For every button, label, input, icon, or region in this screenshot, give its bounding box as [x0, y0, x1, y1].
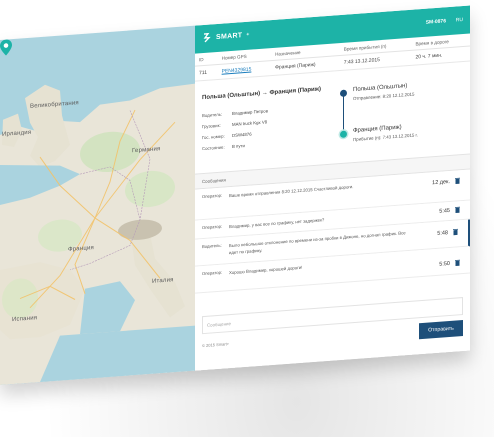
message-time: 5:45 — [439, 207, 450, 215]
logo-icon — [203, 32, 211, 43]
detail-value: В пути — [232, 143, 245, 149]
destination-dot-icon — [340, 130, 347, 139]
app-name-plus: + — [246, 31, 250, 38]
map-view[interactable]: Великобритания Ирландия Германия Франция… — [0, 25, 195, 386]
cell-id: 711 — [195, 64, 218, 82]
detail-label: Грузовик: — [202, 122, 221, 130]
trash-icon[interactable] — [455, 206, 460, 214]
send-button[interactable]: Отправить — [419, 319, 463, 340]
detail-status: Состояние: В пути — [202, 143, 245, 152]
destination-arrival: Прибытие (п): 7:43 13.12.2015 г. — [353, 132, 418, 143]
message-role: Оператор: — [202, 192, 223, 200]
stage: Великобритания Ирландия Германия Франция… — [0, 0, 494, 437]
app-logo[interactable]: SMART + — [202, 30, 250, 43]
trash-icon[interactable] — [453, 228, 458, 236]
trash-icon[interactable] — [455, 177, 460, 185]
trash-icon[interactable] — [455, 259, 460, 267]
message-role: Оператор: — [202, 223, 223, 231]
detail-driver: Водитель: Владимир Петров — [202, 108, 268, 119]
language-switch[interactable]: RU — [456, 17, 463, 24]
app-screen: Великобритания Ирландия Германия Франция… — [0, 5, 470, 386]
details-panel: SMART + SM-0876 RU ID Номер GPS Назначен… — [195, 5, 470, 371]
detail-value: DSW4876 — [232, 131, 252, 138]
route-timeline — [340, 89, 348, 139]
message-time: 5:48 — [437, 230, 448, 237]
message-time: 5:50 — [439, 260, 450, 268]
message-role: Оператор: — [202, 269, 223, 277]
message-time: 12 дек. — [432, 178, 450, 187]
detail-truck: Грузовик: MAN truck Kgx V8 — [202, 119, 267, 130]
detail-label: Водитель: — [202, 111, 223, 119]
message-role: Водитель: — [202, 242, 222, 250]
detail-label: Состояние: — [202, 144, 225, 152]
origin-departure: Отправление: 8:20 12.12.2015 — [353, 91, 415, 102]
detail-label: Гос. номер: — [202, 133, 225, 141]
app-name: SMART — [216, 31, 243, 41]
detail-value: Владимир Петров — [232, 108, 268, 116]
destination-name: Франция (Париж) — [353, 124, 402, 135]
route-title: Польша (Ольштын) → Франция (Париж) — [202, 86, 321, 102]
detail-plate: Гос. номер: DSW4876 — [202, 132, 252, 141]
footer-copyright: © 2015 Smart+ — [202, 341, 230, 349]
timeline-line — [343, 93, 344, 134]
origin-dot-icon — [340, 89, 347, 98]
vehicle-id: SM-0876 — [425, 18, 446, 26]
detail-value: MAN truck Kgx V8 — [232, 119, 268, 127]
origin-name: Польша (Ольштын) — [353, 83, 408, 94]
location-pin-icon[interactable] — [0, 39, 12, 56]
map-canvas — [0, 83, 195, 385]
